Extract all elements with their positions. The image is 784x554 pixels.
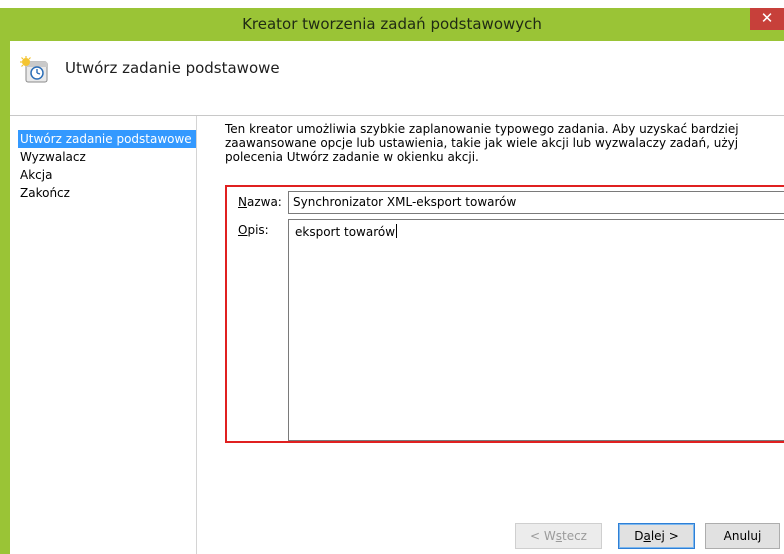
task-description-input[interactable]: eksport towarów [288, 219, 784, 441]
description-text: eksport towarów [295, 225, 396, 239]
next-button[interactable]: Dalej > [618, 523, 695, 549]
close-button[interactable]: ✕ [750, 8, 784, 30]
name-label: Nazwa: [238, 195, 282, 209]
clock-task-icon [20, 56, 50, 86]
wizard-description: Ten kreator umożliwia szybkie zaplanowan… [225, 122, 739, 164]
highlighted-form-area: Nazwa: Synchronizator XML-eksport towaró… [225, 185, 784, 443]
text-caret [396, 224, 398, 238]
step-create-basic-task[interactable]: Utwórz zadanie podstawowe [18, 130, 196, 148]
step-finish[interactable]: Zakończ [18, 184, 196, 202]
task-name-input[interactable]: Synchronizator XML-eksport towarów [288, 191, 784, 214]
page-heading: Utwórz zadanie podstawowe [65, 59, 280, 77]
step-trigger[interactable]: Wyzwalacz [18, 148, 196, 166]
back-button[interactable]: < Wstecz [515, 523, 602, 549]
wizard-window: Utwórz zadanie podstawowe Utwórz zadanie… [10, 41, 784, 554]
step-action[interactable]: Akcja [18, 166, 196, 184]
description-label: Opis: [238, 223, 269, 237]
wizard-steps-sidebar: Utwórz zadanie podstawowe Wyzwalacz Akcj… [10, 116, 197, 554]
wizard-header: Utwórz zadanie podstawowe [10, 41, 784, 115]
title-bar[interactable]: Kreator tworzenia zadań podstawowych ✕ [0, 8, 784, 41]
cancel-button[interactable]: Anuluj [705, 523, 780, 549]
background-window-edge [0, 0, 784, 8]
window-title: Kreator tworzenia zadań podstawowych [242, 15, 542, 33]
